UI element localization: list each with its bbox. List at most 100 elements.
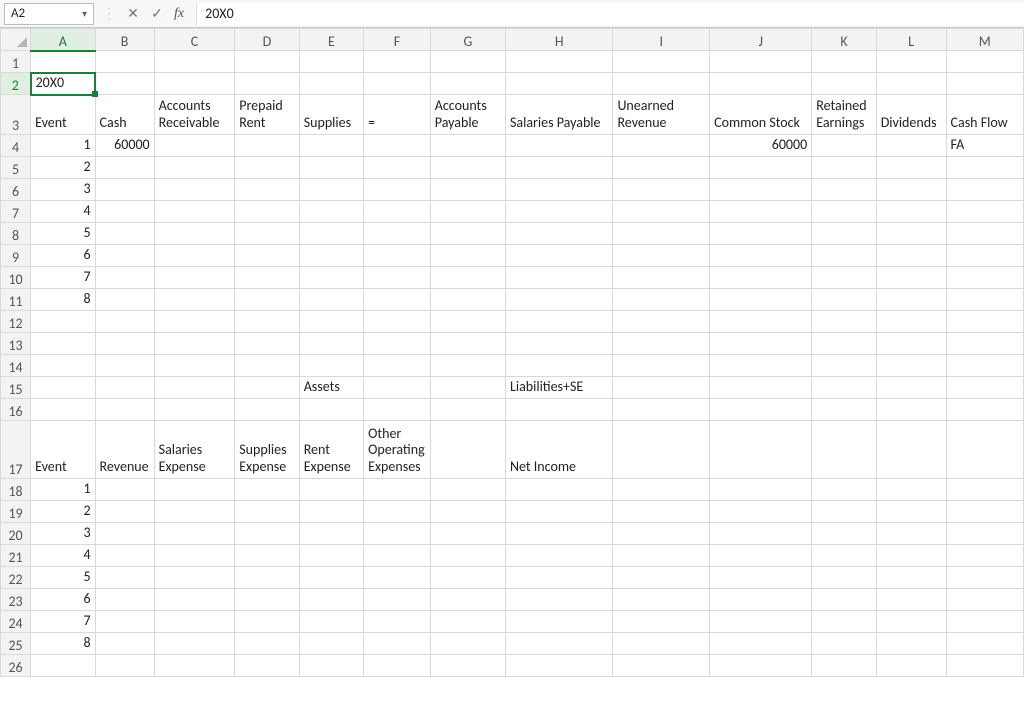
cell-B26[interactable] xyxy=(95,655,154,677)
cell-G23[interactable] xyxy=(430,589,505,611)
cell-J17[interactable] xyxy=(710,421,812,479)
cell-H11[interactable] xyxy=(505,289,612,311)
cell-H14[interactable] xyxy=(505,355,612,377)
cell-K20[interactable] xyxy=(812,523,876,545)
cell-C4[interactable] xyxy=(154,135,235,157)
cell-K4[interactable] xyxy=(812,135,876,157)
cell-K22[interactable] xyxy=(812,567,876,589)
cell-C6[interactable] xyxy=(154,179,235,201)
cell-D11[interactable] xyxy=(235,289,299,311)
cell-E19[interactable] xyxy=(299,501,363,523)
cell-J9[interactable] xyxy=(710,245,812,267)
row-header-24[interactable]: 24 xyxy=(1,611,31,633)
column-header-A[interactable]: A xyxy=(31,29,95,51)
cell-D10[interactable] xyxy=(235,267,299,289)
cell-M7[interactable] xyxy=(946,201,1023,223)
cell-C19[interactable] xyxy=(154,501,235,523)
cell-H26[interactable] xyxy=(505,655,612,677)
cell-D12[interactable] xyxy=(235,311,299,333)
column-header-J[interactable]: J xyxy=(710,29,812,51)
cell-G16[interactable] xyxy=(430,399,505,421)
cell-H24[interactable] xyxy=(505,611,612,633)
cell-B9[interactable] xyxy=(95,245,154,267)
cell-C10[interactable] xyxy=(154,267,235,289)
column-header-C[interactable]: C xyxy=(154,29,235,51)
cell-K1[interactable] xyxy=(812,51,876,73)
cell-J16[interactable] xyxy=(710,399,812,421)
cell-H20[interactable] xyxy=(505,523,612,545)
column-header-E[interactable]: E xyxy=(299,29,363,51)
cell-H6[interactable] xyxy=(505,179,612,201)
cell-I13[interactable] xyxy=(613,333,710,355)
cell-D21[interactable] xyxy=(235,545,299,567)
cell-M15[interactable] xyxy=(946,377,1023,399)
cell-B25[interactable] xyxy=(95,633,154,655)
cell-F17[interactable]: Other Operating Expenses xyxy=(364,421,431,479)
cell-I22[interactable] xyxy=(613,567,710,589)
cell-K16[interactable] xyxy=(812,399,876,421)
cell-B1[interactable] xyxy=(95,51,154,73)
cell-B11[interactable] xyxy=(95,289,154,311)
cell-A3[interactable]: Event xyxy=(31,95,95,135)
cell-F12[interactable] xyxy=(364,311,431,333)
cell-J12[interactable] xyxy=(710,311,812,333)
cell-L9[interactable] xyxy=(876,245,946,267)
select-all-corner[interactable] xyxy=(1,29,31,51)
cell-A6[interactable]: 3 xyxy=(31,179,95,201)
cell-D6[interactable] xyxy=(235,179,299,201)
cell-J19[interactable] xyxy=(710,501,812,523)
cell-H10[interactable] xyxy=(505,267,612,289)
cell-J24[interactable] xyxy=(710,611,812,633)
cancel-icon[interactable]: ✕ xyxy=(126,5,140,22)
cell-L3[interactable]: Dividends xyxy=(876,95,946,135)
cell-J11[interactable] xyxy=(710,289,812,311)
cell-M11[interactable] xyxy=(946,289,1023,311)
cell-F9[interactable] xyxy=(364,245,431,267)
cell-H23[interactable] xyxy=(505,589,612,611)
row-header-23[interactable]: 23 xyxy=(1,589,31,611)
cell-M20[interactable] xyxy=(946,523,1023,545)
cell-F22[interactable] xyxy=(364,567,431,589)
cell-J13[interactable] xyxy=(710,333,812,355)
cell-M26[interactable] xyxy=(946,655,1023,677)
cell-L2[interactable] xyxy=(876,73,946,95)
cell-G24[interactable] xyxy=(430,611,505,633)
cell-I18[interactable] xyxy=(613,479,710,501)
cell-K2[interactable] xyxy=(812,73,876,95)
cell-D16[interactable] xyxy=(235,399,299,421)
cell-G12[interactable] xyxy=(430,311,505,333)
cell-C23[interactable] xyxy=(154,589,235,611)
cell-M3[interactable]: Cash Flow xyxy=(946,95,1023,135)
cell-E7[interactable] xyxy=(299,201,363,223)
row-header-9[interactable]: 9 xyxy=(1,245,31,267)
cell-K15[interactable] xyxy=(812,377,876,399)
cell-F8[interactable] xyxy=(364,223,431,245)
name-box[interactable]: A2 ▾ xyxy=(4,3,94,25)
cell-F1[interactable] xyxy=(364,51,431,73)
spreadsheet-grid[interactable]: ABCDEFGHIJKLM1220X03EventCashAccounts Re… xyxy=(0,28,1024,677)
cell-L15[interactable] xyxy=(876,377,946,399)
cell-F23[interactable] xyxy=(364,589,431,611)
row-header-1[interactable]: 1 xyxy=(1,51,31,73)
cell-D8[interactable] xyxy=(235,223,299,245)
cell-K8[interactable] xyxy=(812,223,876,245)
column-header-K[interactable]: K xyxy=(812,29,876,51)
cell-L17[interactable] xyxy=(876,421,946,479)
cell-G9[interactable] xyxy=(430,245,505,267)
cell-J21[interactable] xyxy=(710,545,812,567)
cell-D13[interactable] xyxy=(235,333,299,355)
cell-F24[interactable] xyxy=(364,611,431,633)
cell-K9[interactable] xyxy=(812,245,876,267)
row-header-8[interactable]: 8 xyxy=(1,223,31,245)
cell-D9[interactable] xyxy=(235,245,299,267)
cell-J23[interactable] xyxy=(710,589,812,611)
cell-K11[interactable] xyxy=(812,289,876,311)
cell-B5[interactable] xyxy=(95,157,154,179)
cell-J4[interactable]: 60000 xyxy=(710,135,812,157)
cell-D24[interactable] xyxy=(235,611,299,633)
cell-K10[interactable] xyxy=(812,267,876,289)
cell-I5[interactable] xyxy=(613,157,710,179)
row-header-20[interactable]: 20 xyxy=(1,523,31,545)
cell-F7[interactable] xyxy=(364,201,431,223)
cell-M21[interactable] xyxy=(946,545,1023,567)
